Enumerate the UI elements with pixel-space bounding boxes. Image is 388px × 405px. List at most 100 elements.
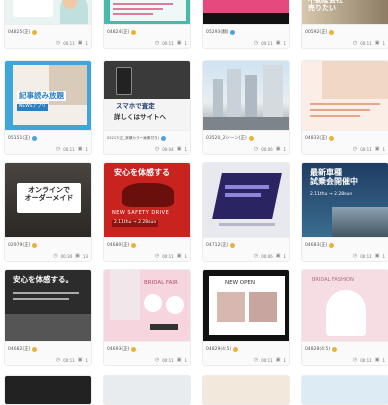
image-icon: ▣ <box>374 252 380 259</box>
clock-icon: ◷ <box>55 145 61 152</box>
clock-icon: ◷ <box>55 356 61 363</box>
thumb-text: 2.11thu → 2.28sun <box>310 192 353 197</box>
card-thumbnail: スマホで査定 詳しくはサイトへ <box>104 61 190 130</box>
clock-icon: ◷ <box>154 145 160 152</box>
template-card[interactable]: 最新車種 試乗会開催中 2.11thu → 2.28sun 04683(正) ◷… <box>301 162 388 262</box>
template-card[interactable]: 安心を体感する NEW SAFETY DRIVE 2.11thu → 2.28s… <box>103 162 191 262</box>
card-id: 04825(正) <box>8 30 31 35</box>
card-thumbnail <box>203 163 289 237</box>
card-thumbnail: 安心を体感する NEW SAFETY DRIVE 2.11thu → 2.28s… <box>104 163 190 237</box>
clock-icon: ◷ <box>253 145 259 152</box>
status-dot <box>131 29 137 35</box>
thumb-text: オンラインで オーダーメイド <box>24 186 74 202</box>
card-meta: 00592(正) ◷ 00:11 ▣ 1 <box>302 24 388 48</box>
clock-icon: ◷ <box>154 252 160 259</box>
template-card[interactable]: スマホで査定 詳しくはサイトへ 03217(正_実績カラー画像付き) ◷ 00:0… <box>103 60 191 155</box>
clock-icon: ◷ <box>154 39 160 46</box>
status-dot <box>230 242 236 248</box>
template-card[interactable]: 04825(正) ◷ 00:11 ▣ 1 <box>4 0 92 49</box>
status-dot <box>131 346 137 352</box>
card-thumbnail: BRIDAL FASHION <box>302 270 388 341</box>
image-icon: ▣ <box>275 145 281 152</box>
thumb-text: 安心を体感する。 <box>13 275 73 284</box>
card-meta: 04683(正) ◷ 00:11 ▣ 1 <box>302 237 388 261</box>
card-count: 1 <box>85 357 88 363</box>
card-meta: 04680(正) ◷ 00:11 ▣ 1 <box>104 237 190 261</box>
card-duration: 00:11 <box>162 40 174 46</box>
card-duration: 00:11 <box>63 357 75 363</box>
card-id: 05151(正) <box>8 136 31 141</box>
status-dot <box>32 346 38 352</box>
status-dot <box>131 242 137 248</box>
image-icon: ▣ <box>374 356 380 363</box>
card-thumbnail: 不動産会社 売りたい <box>302 0 388 24</box>
thumb-text: 最新車種 試乗会開催中 <box>310 168 358 186</box>
clock-icon: ◷ <box>352 145 358 152</box>
card-thumbnail <box>203 0 289 24</box>
thumb-text: NEWSアプリ <box>17 104 49 111</box>
card-meta: 03217(正_実績カラー画像付き) ◷ 00:04 ▣ 1 <box>104 130 190 154</box>
card-duration: 00:06 <box>261 146 273 152</box>
card-count: 1 <box>184 40 187 46</box>
template-card[interactable]: 05293(翻) ◷ 00:11 ▣ 1 <box>202 0 290 49</box>
status-dot <box>230 29 236 35</box>
card-count: 1 <box>382 253 385 259</box>
template-grid: 04825(正) ◷ 00:11 ▣ 1 04824(正) ◷ 00:11 ▣ 1 0529… <box>0 0 388 405</box>
card-id: 02979(正) <box>8 243 31 248</box>
card-thumbnail <box>5 0 91 24</box>
template-card[interactable]: 04824(正) ◷ 00:11 ▣ 1 <box>103 0 191 49</box>
card-count: 1 <box>382 146 385 152</box>
card-id: 04680(正) <box>107 243 130 248</box>
card-duration: 00:11 <box>162 357 174 363</box>
clock-icon: ◷ <box>53 252 58 259</box>
card-meta: 05293(翻) ◷ 00:11 ▣ 1 <box>203 24 289 48</box>
card-id: 03217(正_実績カラー画像付き) <box>107 135 159 140</box>
card-count: 1 <box>85 40 88 46</box>
card-id: 04832(正) <box>305 136 328 141</box>
card-id: 04828(4:5) <box>305 346 331 352</box>
status-dot <box>329 242 335 248</box>
clock-icon: ◷ <box>55 39 61 46</box>
image-icon: ▣ <box>77 39 83 46</box>
card-count: 1 <box>184 357 187 363</box>
template-card[interactable]: 04832(正) ◷ 00:11 ▣ 1 <box>301 60 388 155</box>
template-card[interactable]: NEW OPEN 04829(4:5) ◷ 00:11 ▣ 1 <box>202 269 290 366</box>
card-count: 1 <box>184 146 187 152</box>
image-icon: ▣ <box>275 39 281 46</box>
card-thumbnail: NEW OPEN <box>203 270 289 341</box>
template-card[interactable]: 記事読み放題 NEWSアプリ 05151(正) ◷ 00:11 ▣ 1 <box>4 60 92 155</box>
card-meta: 04832(正) ◷ 00:11 ▣ 1 <box>302 130 388 154</box>
card-duration: 00:11 <box>63 146 75 152</box>
clock-icon: ◷ <box>253 356 259 363</box>
clock-icon: ◷ <box>154 356 160 363</box>
clock-icon: ◷ <box>352 39 358 46</box>
template-card[interactable]: 不動産会社 売りたい 00592(正) ◷ 00:11 ▣ 1 <box>301 0 388 49</box>
card-thumbnail <box>302 61 388 130</box>
card-meta: 05151(正) ◷ 00:11 ▣ 1 <box>5 130 91 154</box>
status-dot <box>329 135 335 141</box>
template-card[interactable]: 04712(正) ◷ 00:06 ▣ 1 <box>202 162 290 262</box>
card-duration: 00:11 <box>261 40 273 46</box>
card-id: 04824(正) <box>107 30 130 35</box>
template-card[interactable]: BRIDAL FAIR 04693(正) ◷ 00:11 ▣ 1 <box>103 269 191 366</box>
template-card[interactable]: BRIDAL FASHION 04828(4:5) ◷ 00:11 ▣ 1 <box>301 269 388 366</box>
card-duration: 00:11 <box>360 40 372 46</box>
card-thumbnail <box>104 0 190 24</box>
card-duration: 00:11 <box>63 40 75 46</box>
card-duration: 00:06 <box>261 253 273 259</box>
card-meta: 04693(正) ◷ 00:11 ▣ 1 <box>104 341 190 365</box>
status-dot <box>32 242 38 248</box>
thumb-text: NEW SAFETY DRIVE <box>112 210 170 216</box>
card-id: 03520_2シーン(正) <box>206 136 247 141</box>
image-icon: ▣ <box>176 39 182 46</box>
template-card[interactable]: 03520_2シーン(正) ◷ 00:06 ▣ 1 <box>202 60 290 155</box>
clock-icon: ◷ <box>253 39 259 46</box>
template-card[interactable]: 安心を体感する。 04682(正) ◷ 00:11 ▣ 1 <box>4 269 92 366</box>
card-id: 04829(4:5) <box>206 346 232 352</box>
card-duration: 00:11 <box>162 253 174 259</box>
image-icon: ▣ <box>374 39 380 46</box>
template-card[interactable]: オンラインで オーダーメイド 02979(正) ◷ 00:30 ▣ 13 <box>4 162 92 262</box>
card-count: 1 <box>382 40 385 46</box>
card-meta: 02979(正) ◷ 00:30 ▣ 13 <box>5 237 91 261</box>
image-icon: ▣ <box>374 145 380 152</box>
